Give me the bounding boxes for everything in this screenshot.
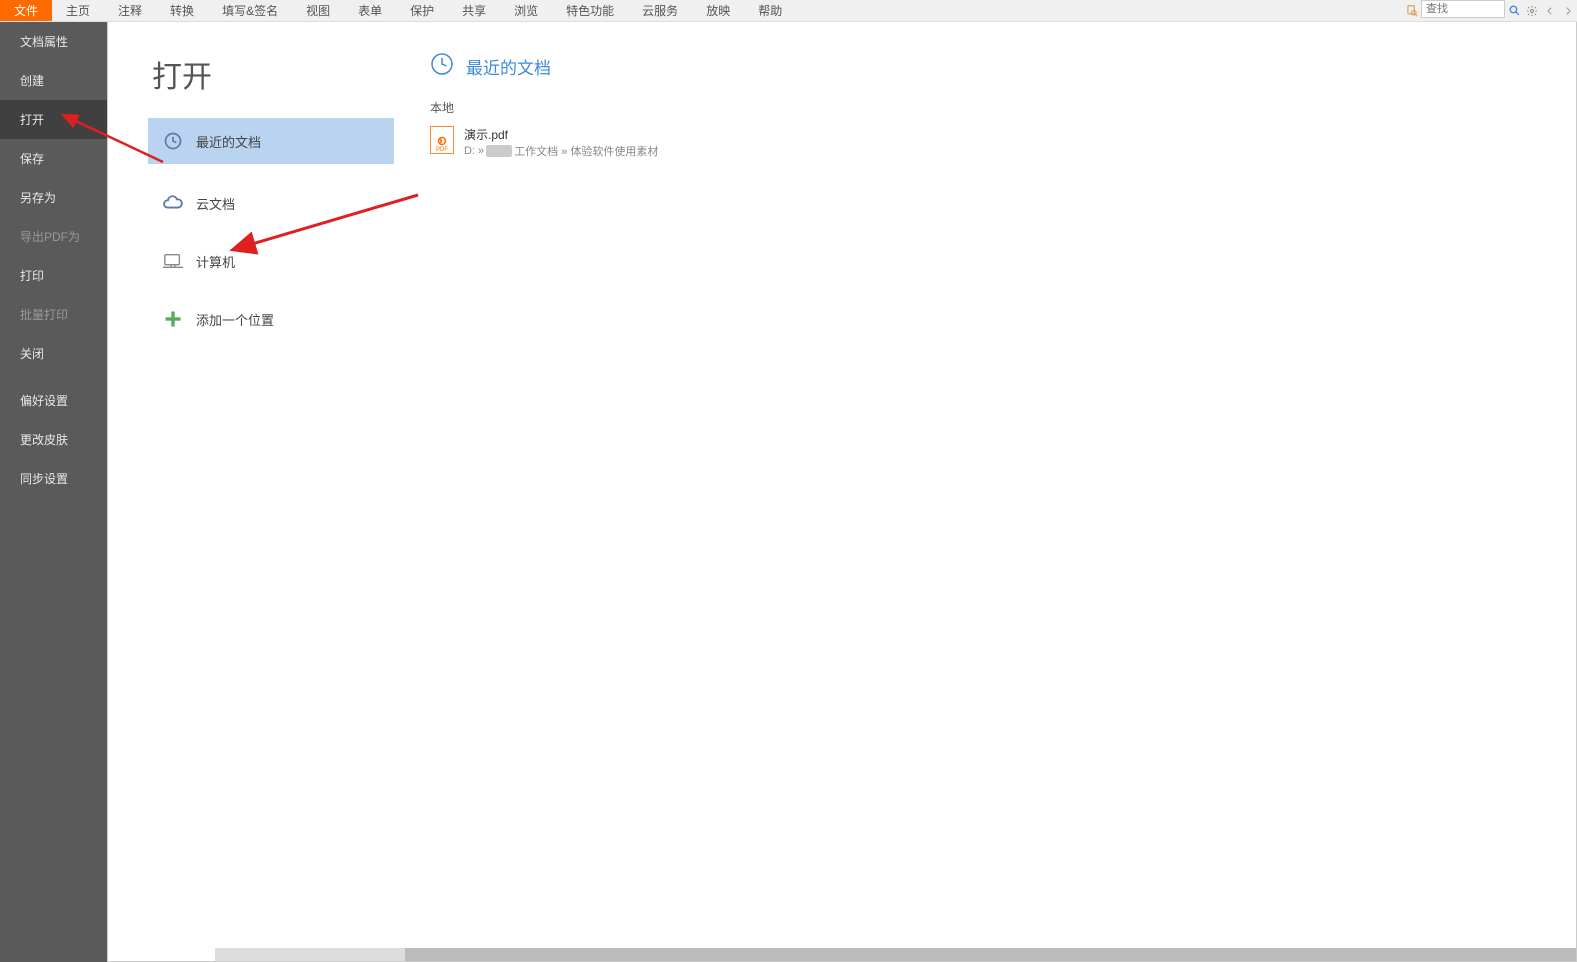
- recent-file-name: 演示.pdf: [464, 126, 658, 143]
- content-area: 打开 最近的文档 云文档: [107, 22, 1577, 962]
- horizontal-scrollbar[interactable]: [215, 948, 1576, 961]
- clock-icon: [430, 52, 454, 81]
- next-icon[interactable]: [1559, 0, 1577, 21]
- menu-tab-browse[interactable]: 浏览: [500, 0, 552, 21]
- open-title: 打开: [148, 52, 394, 96]
- location-add[interactable]: 添加一个位置: [148, 296, 394, 342]
- menu-tab-help[interactable]: 帮助: [744, 0, 796, 21]
- menu-tab-view[interactable]: 视图: [292, 0, 344, 21]
- gear-icon[interactable]: [1523, 0, 1541, 21]
- menu-tab-protect[interactable]: 保护: [396, 0, 448, 21]
- sidebar-item-sync[interactable]: 同步设置: [0, 459, 107, 498]
- pdf-file-icon: PDF: [430, 126, 454, 154]
- menu-tab-file[interactable]: 文件: [0, 0, 52, 21]
- menu-tab-annotate[interactable]: 注释: [104, 0, 156, 21]
- cloud-icon: [162, 192, 184, 214]
- sidebar-item-print[interactable]: 打印: [0, 256, 107, 295]
- recent-file-info: 演示.pdf D: » xxxx 工作文档 » 体验软件使用素材: [464, 126, 658, 159]
- path-redacted: xxxx: [486, 145, 512, 157]
- clock-icon: [162, 130, 184, 152]
- menu-tab-present[interactable]: 放映: [692, 0, 744, 21]
- plus-icon: [162, 308, 184, 330]
- path-suffix: 工作文档 » 体验软件使用素材: [514, 143, 658, 159]
- computer-icon: [162, 250, 184, 272]
- sidebar-item-open[interactable]: 打开: [0, 100, 107, 139]
- find-doc-icon[interactable]: [1403, 0, 1421, 21]
- menu-tab-convert[interactable]: 转换: [156, 0, 208, 21]
- main-container: 文档属性 创建 打开 保存 另存为 导出PDF为 打印 批量打印 关闭 偏好设置…: [0, 22, 1577, 962]
- recent-title: 最近的文档: [466, 54, 551, 79]
- menu-tab-home[interactable]: 主页: [52, 0, 104, 21]
- recent-header: 最近的文档: [430, 52, 1546, 81]
- recent-file-path: D: » xxxx 工作文档 » 体验软件使用素材: [464, 143, 658, 159]
- sidebar-item-skin[interactable]: 更改皮肤: [0, 420, 107, 459]
- search-icon[interactable]: [1505, 0, 1523, 21]
- find-input[interactable]: [1421, 0, 1505, 18]
- location-label: 最近的文档: [196, 132, 261, 151]
- sidebar-gap: [0, 373, 107, 381]
- menu-tab-features[interactable]: 特色功能: [552, 0, 628, 21]
- sidebar-item-save-as[interactable]: 另存为: [0, 178, 107, 217]
- open-panel: 打开 最近的文档 云文档: [108, 22, 394, 961]
- sidebar-item-export-pdf[interactable]: 导出PDF为: [0, 217, 107, 256]
- recent-panel: 最近的文档 本地 PDF 演示.pdf D: » xxxx 工作文档 » 体验软…: [394, 22, 1576, 961]
- sidebar-item-save[interactable]: 保存: [0, 139, 107, 178]
- sidebar-item-batch-print[interactable]: 批量打印: [0, 295, 107, 334]
- location-computer[interactable]: 计算机: [148, 238, 394, 284]
- menubar: 文件 主页 注释 转换 填写&签名 视图 表单 保护 共享 浏览 特色功能 云服…: [0, 0, 1577, 22]
- sidebar-item-doc-properties[interactable]: 文档属性: [0, 22, 107, 61]
- menubar-spacer: [796, 0, 1403, 21]
- menu-tab-cloud[interactable]: 云服务: [628, 0, 692, 21]
- recent-file-item[interactable]: PDF 演示.pdf D: » xxxx 工作文档 » 体验软件使用素材: [430, 122, 1546, 163]
- menu-tab-fillsign[interactable]: 填写&签名: [208, 0, 292, 21]
- recent-section-local: 本地: [430, 99, 1546, 116]
- file-sidebar: 文档属性 创建 打开 保存 另存为 导出PDF为 打印 批量打印 关闭 偏好设置…: [0, 22, 107, 962]
- scrollbar-thumb[interactable]: [405, 948, 1576, 961]
- path-prefix: D: »: [464, 145, 484, 157]
- menu-tab-form[interactable]: 表单: [344, 0, 396, 21]
- location-label: 计算机: [196, 252, 235, 271]
- sidebar-item-close[interactable]: 关闭: [0, 334, 107, 373]
- location-cloud[interactable]: 云文档: [148, 180, 394, 226]
- location-label: 添加一个位置: [196, 310, 274, 329]
- pdf-badge: PDF: [436, 147, 448, 153]
- location-label: 云文档: [196, 194, 235, 213]
- location-list: 最近的文档 云文档 计算机: [148, 118, 394, 342]
- location-recent[interactable]: 最近的文档: [148, 118, 394, 164]
- sidebar-item-preferences[interactable]: 偏好设置: [0, 381, 107, 420]
- sidebar-item-create[interactable]: 创建: [0, 61, 107, 100]
- prev-icon[interactable]: [1541, 0, 1559, 21]
- menu-tab-share[interactable]: 共享: [448, 0, 500, 21]
